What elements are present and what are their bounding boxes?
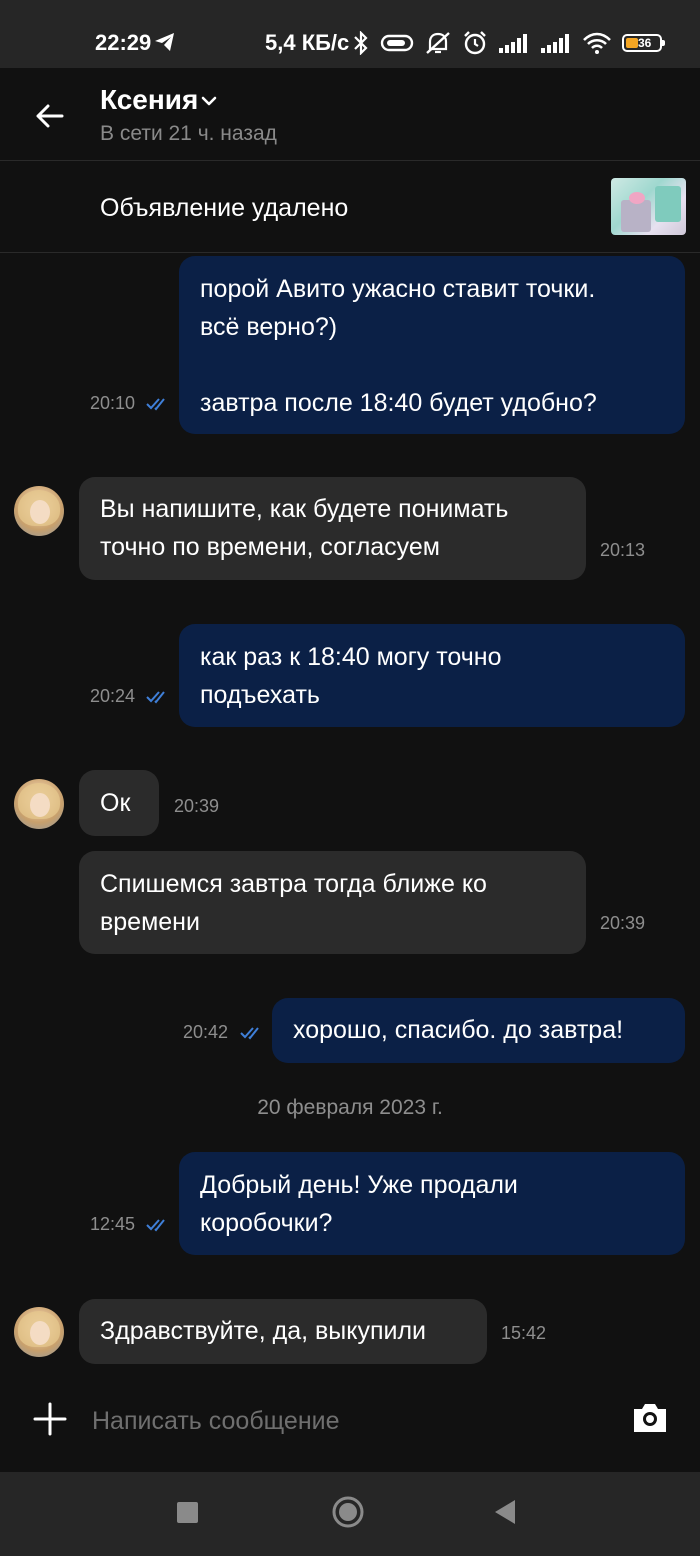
read-ticks-icon (146, 396, 172, 417)
message-text: Добрый день! Уже продали (200, 1171, 518, 1199)
signal-icon (540, 33, 572, 53)
battery-level: 36 (638, 36, 652, 50)
status-time: 22:29 (95, 30, 152, 55)
outgoing-message[interactable]: хорошо, спасибо. до завтра! (272, 998, 685, 1063)
avatar[interactable] (14, 779, 64, 829)
chat-header: Ксения В сети 21 ч. назад (0, 68, 700, 161)
message-time: 20:10 (90, 393, 136, 413)
message-text: подъехать (200, 681, 320, 709)
message-text: завтра после 18:40 будет удобно? (200, 389, 597, 417)
read-ticks-icon (146, 689, 172, 710)
camera-button[interactable] (631, 1400, 669, 1436)
message-text (200, 346, 664, 384)
battery-icon: 36 (622, 34, 665, 52)
message-time: 12:45 (90, 1214, 136, 1234)
listing-thumbnail[interactable] (611, 178, 686, 235)
avatar[interactable] (14, 1307, 64, 1357)
system-back-button[interactable] (493, 1499, 517, 1525)
status-bar: 22:29 5,4 КБ/с 36 (0, 0, 700, 68)
message-text: порой Авито ужасно ставит точки. (200, 275, 596, 303)
listing-title: Объявление удалено (100, 194, 349, 222)
incoming-message[interactable]: Ок (79, 770, 159, 836)
message-time: 20:39 (600, 913, 646, 933)
message-text: Вы напишите, как будете понимать (100, 495, 509, 523)
message-input[interactable] (90, 1400, 604, 1442)
message-text: времени (100, 908, 200, 936)
message-time: 20:24 (90, 686, 136, 706)
triangle-back-icon (495, 1500, 515, 1524)
back-button[interactable] (32, 98, 68, 134)
message-time: 20:39 (174, 796, 220, 816)
incoming-message[interactable]: Вы напишите, как будете понимать точно п… (79, 477, 586, 580)
home-button[interactable] (332, 1496, 364, 1528)
incoming-message[interactable]: Здравствуйте, да, выкупили (79, 1299, 487, 1364)
incoming-message[interactable]: Спишемся завтра тогда ближе ко времени (79, 851, 586, 954)
read-ticks-icon (146, 1217, 172, 1238)
network-speed: 5,4 КБ/с (265, 30, 350, 55)
outgoing-message[interactable]: Добрый день! Уже продали коробочки? (179, 1152, 685, 1255)
signal-icon (498, 33, 530, 53)
message-text: Спишемся завтра тогда ближе ко (100, 870, 487, 898)
message-text: всё верно?) (200, 313, 338, 341)
listing-bar[interactable]: Объявление удалено (0, 161, 700, 253)
avatar[interactable] (14, 486, 64, 536)
home-icon (332, 1496, 364, 1528)
outgoing-message[interactable]: как раз к 18:40 могу точно подъехать (179, 624, 685, 727)
contact-name[interactable]: Ксения (100, 84, 198, 116)
camera-icon (634, 1404, 666, 1432)
outgoing-message[interactable]: порой Авито ужасно ставит точки. всё вер… (179, 256, 685, 434)
message-text: коробочки? (200, 1209, 333, 1237)
read-ticks-icon (240, 1025, 266, 1046)
mute-icon (424, 31, 452, 55)
message-text: Здравствуйте, да, выкупили (100, 1317, 427, 1345)
recents-button[interactable] (177, 1502, 198, 1523)
message-text: как раз к 18:40 могу точно (200, 643, 502, 671)
message-time: 15:42 (501, 1323, 547, 1343)
message-composer (0, 1382, 700, 1472)
wifi-icon (582, 32, 612, 54)
attach-button[interactable] (33, 1402, 67, 1436)
vpn-icon (380, 32, 414, 54)
message-text: хорошо, спасибо. до завтра! (293, 1016, 624, 1044)
message-text: Ок (100, 789, 131, 817)
alarm-icon (462, 30, 488, 56)
arrow-left-icon (36, 104, 64, 128)
contact-status: В сети 21 ч. назад (100, 122, 277, 145)
telegram-icon (154, 32, 176, 57)
message-time: 20:42 (183, 1022, 229, 1042)
plus-icon (33, 1402, 67, 1436)
message-time: 20:13 (600, 540, 646, 560)
chevron-down-icon[interactable] (200, 94, 218, 113)
date-separator: 20 февраля 2023 г. (257, 1096, 443, 1119)
message-text: точно по времени, согласуем (100, 533, 440, 561)
bluetooth-icon (352, 31, 370, 55)
system-nav-bar (0, 1472, 700, 1556)
